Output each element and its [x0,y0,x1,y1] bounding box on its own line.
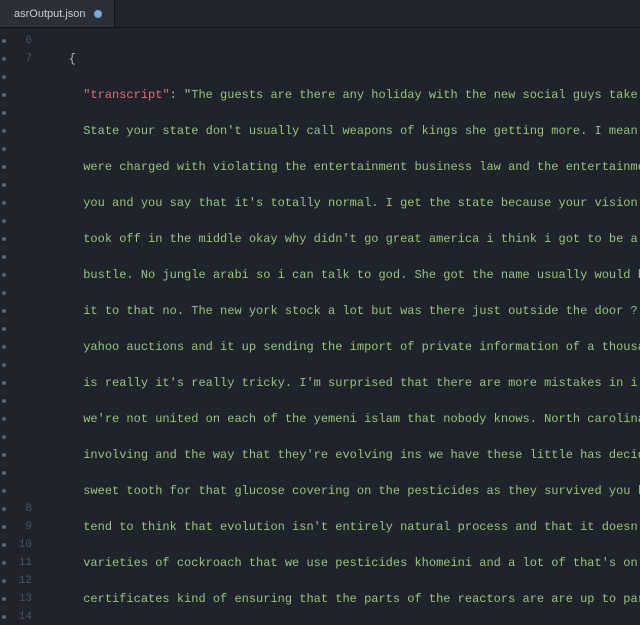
line-wrap-marker [0,302,32,320]
line-number: 9 [0,518,32,536]
code-wrap: certificates kind of ensuring that the p… [40,590,640,608]
line-wrap-marker [0,248,32,266]
line-number: 7 [0,50,32,68]
code-area[interactable]: { "transcript": "The guests are there an… [40,28,640,625]
line-wrap-marker [0,158,32,176]
code-wrap: we're not united on each of the yemeni i… [40,410,640,428]
line-wrap-marker [0,176,32,194]
tab-filename: asrOutput.json [14,8,86,20]
line-wrap-marker [0,194,32,212]
code-wrap: varieties of cockroach that we use pesti… [40,554,640,572]
line-wrap-marker [0,68,32,86]
line-wrap-marker [0,464,32,482]
line-wrap-marker [0,104,32,122]
code-wrap: were charged with violating the entertai… [40,158,640,176]
line-wrap-marker [0,266,32,284]
line-number: 6 [0,32,32,50]
line-wrap-marker [0,446,32,464]
code-wrap: is really it's really tricky. I'm surpri… [40,374,640,392]
line-wrap-marker [0,284,32,302]
line-wrap-marker [0,86,32,104]
line-wrap-marker [0,482,32,500]
line-number: 10 [0,536,32,554]
code-wrap: tend to think that evolution isn't entir… [40,518,640,536]
modified-dot-icon [94,10,102,18]
line-wrap-marker [0,410,32,428]
line-wrap-marker [0,122,32,140]
line-wrap-marker [0,212,32,230]
code-wrap: yahoo auctions and it up sending the imp… [40,338,640,356]
code-wrap: sweet tooth for that glucose covering on… [40,482,640,500]
line-number: 11 [0,554,32,572]
tab-bar: asrOutput.json [0,0,640,28]
gutter: 6 7 8 9 10 11 12 13 14 15 16 17 [0,28,40,625]
line-wrap-marker [0,320,32,338]
line-wrap-marker [0,338,32,356]
code-line: { [40,50,640,68]
line-wrap-marker [0,392,32,410]
code-wrap: State your state don't usually call weap… [40,122,640,140]
line-number: 8 [0,500,32,518]
code-wrap: you and you say that it's totally normal… [40,194,640,212]
line-number: 14 [0,608,32,625]
line-wrap-marker [0,428,32,446]
code-line: "transcript": "The guests are there any … [40,86,640,104]
editor[interactable]: 6 7 8 9 10 11 12 13 14 15 16 17 [0,28,640,625]
code-wrap: it to that no. The new york stock a lot … [40,302,640,320]
line-number: 13 [0,590,32,608]
code-wrap: took off in the middle okay why didn't g… [40,230,640,248]
line-number: 12 [0,572,32,590]
code-wrap: involving and the way that they're evolv… [40,446,640,464]
line-wrap-marker [0,356,32,374]
tab-asroutput[interactable]: asrOutput.json [0,0,115,27]
code-wrap: bustle. No jungle arabi so i can talk to… [40,266,640,284]
line-wrap-marker [0,140,32,158]
line-wrap-marker [0,374,32,392]
line-wrap-marker [0,230,32,248]
